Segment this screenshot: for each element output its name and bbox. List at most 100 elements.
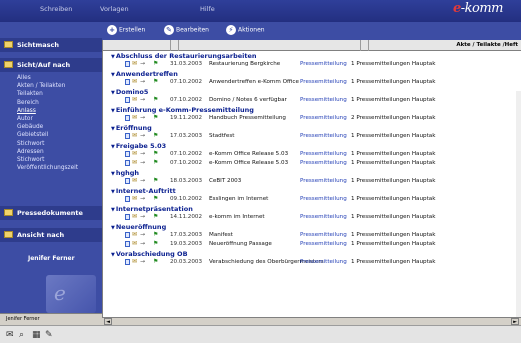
sidebar-item[interactable]: Veröffentlichungszeit [17, 165, 78, 171]
row-type: Pressemitteilung [300, 151, 347, 157]
expand-triangle-icon[interactable]: ▼ [111, 126, 115, 132]
document-row[interactable]: ✉ → ⚑ 18.03.2003 CeBIT 2003 Pressemitteilung 1… [125, 177, 521, 186]
row-date: 07.10.2002 [170, 160, 203, 166]
expand-triangle-icon[interactable]: ▼ [111, 171, 115, 177]
menu-bar: Schreiben Vorlagen Hilfe e-komm [0, 0, 521, 22]
row-refs: 1 Pressemitteilungen Hauptak [351, 232, 436, 238]
category-header[interactable]: ▼Einführung e-Komm-Pressemitteilung [111, 106, 254, 114]
category-label: Anwendertreffen [115, 70, 178, 78]
row-title: e-Komm Office Release 5.03 [209, 151, 289, 157]
sidebar-item[interactable]: Teilakten [17, 91, 43, 97]
row-refs: 2 Pressemitteilungen Hauptak [351, 115, 436, 121]
sidebar-section-pressedokumente[interactable]: Pressedokumente [0, 206, 102, 220]
create-icon: + [107, 25, 117, 35]
horizontal-scrollbar[interactable]: ◄ ► [102, 317, 521, 325]
vertical-scrollbar[interactable] [516, 91, 521, 343]
document-row[interactable]: ✉ → ⚑ 07.10.2002 e-Komm Office Release 5.03 P… [125, 159, 521, 168]
document-row[interactable]: ✉ → ⚑ 17.03.2003 Manifest Pressemitteilung 1 P… [125, 231, 521, 240]
category-header[interactable]: ▼Internetpräsentation [111, 205, 193, 213]
category-label: Freigabe 5.03 [115, 142, 167, 150]
category-header[interactable]: ▼Anwendertreffen [111, 70, 178, 78]
expand-triangle-icon[interactable]: ▼ [111, 252, 115, 258]
document-row[interactable]: ✉ → ⚑ 14.11.2002 e-komm im Internet Pressemit… [125, 213, 521, 222]
sidebar-item[interactable]: Adressen [17, 149, 44, 155]
menu-vorlagen[interactable]: Vorlagen [100, 5, 129, 13]
menu-hilfe[interactable]: Hilfe [200, 5, 215, 13]
status-flag-icon: ⚑ [153, 258, 159, 265]
status-flag-icon: ⚑ [153, 150, 159, 157]
sidebar-item[interactable]: Autor [17, 116, 33, 122]
expand-triangle-icon[interactable]: ▼ [111, 72, 115, 78]
category-header[interactable]: ▼Vorabschiedung OB [111, 250, 188, 258]
expand-triangle-icon[interactable]: ▼ [111, 144, 115, 150]
category-header[interactable]: ▼Abschluss der Restaurierungsarbeiten [111, 52, 257, 60]
edit-icon: ✎ [164, 25, 174, 35]
sidebar-item[interactable]: Bereich [17, 100, 39, 106]
document-icon [125, 151, 130, 157]
column-header-cell[interactable] [103, 40, 171, 51]
mail-icon[interactable]: ✉ [6, 330, 14, 340]
sidebar-section-sichtmasch[interactable]: Sichtmasch [0, 38, 102, 52]
actions-button[interactable]: ⚡ Aktionen [226, 25, 265, 35]
app-window: Schreiben Vorlagen Hilfe e-komm Sichtmas… [0, 0, 521, 343]
document-row[interactable]: ✉ → ⚑ 07.10.2002 Anwendertreffen e-Komm Offi… [125, 78, 521, 87]
search-icon[interactable]: ⌕ [19, 330, 24, 340]
attachment-icon: ✉ [132, 240, 138, 247]
document-row[interactable]: ✉ → ⚑ 09.10.2002 Esslingen im Internet Presse… [125, 195, 521, 204]
category-header[interactable]: ▼Domino5 [111, 88, 148, 96]
pen-icon[interactable]: ✎ [45, 330, 53, 340]
category-header[interactable]: ▼Internet-Auftritt [111, 187, 176, 195]
row-title: Neueröffnung Passage [209, 241, 272, 247]
status-flag-icon: ⚑ [153, 240, 159, 247]
status-flag-icon: ⚑ [153, 213, 159, 220]
scroll-left-icon[interactable]: ◄ [104, 318, 112, 325]
edit-button[interactable]: ✎ Bearbeiten [164, 25, 209, 35]
category-label: Eröffnung [115, 124, 152, 132]
column-header-cell[interactable] [171, 40, 179, 51]
sidebar-section-ansicht-nach[interactable]: Ansicht nach [0, 228, 102, 242]
sidebar-item[interactable]: Stichwort [17, 141, 44, 147]
category-header[interactable]: ▼hghgh [111, 169, 139, 177]
document-row[interactable]: ✉ → ⚑ 31.03.2003 Restaurierung Bergkirche Pre… [125, 60, 521, 69]
row-title: Stadtfest [209, 133, 235, 139]
expand-triangle-icon[interactable]: ▼ [111, 207, 115, 213]
sidebar-item[interactable]: Gebietsteil [17, 132, 48, 138]
column-header-cell[interactable] [361, 40, 369, 51]
sidebar-item[interactable]: Akten / Teilakten [17, 83, 65, 89]
document-row[interactable]: ✉ → ⚑ 19.03.2003 Neueröffnung Passage Pressem… [125, 240, 521, 249]
toolbar: + Erstellen ✎ Bearbeiten ⚡ Aktionen [102, 22, 521, 40]
category-header[interactable]: ▼Eröffnung [111, 124, 152, 132]
calendar-icon[interactable]: ▦ [32, 330, 41, 340]
category-label: Internet-Auftritt [115, 187, 176, 195]
document-row[interactable]: ✉ → ⚑ 07.10.2002 Domino / Notes 6 verfügbar P… [125, 96, 521, 105]
menu-schreiben[interactable]: Schreiben [40, 5, 72, 13]
column-header-cell[interactable] [179, 40, 361, 51]
sidebar-item[interactable]: Alles [17, 75, 31, 81]
brand-logo: e-komm [452, 1, 504, 16]
document-row[interactable]: ✉ → ⚑ 07.10.2002 e-Komm Office Release 5.03 P… [125, 150, 521, 159]
expand-triangle-icon[interactable]: ▼ [111, 225, 115, 231]
sidebar-section-sicht-auf-nach[interactable]: Sicht/Auf nach [0, 58, 102, 72]
document-row[interactable]: ✉ → ⚑ 20.03.2003 Verabschiedung des Oberbürg… [125, 258, 521, 267]
sidebar-item[interactable]: Stichwort [17, 157, 44, 163]
link-arrow-icon: → [140, 150, 146, 157]
sidebar-item[interactable]: Anlass [17, 108, 36, 114]
scroll-right-icon[interactable]: ► [511, 318, 519, 325]
create-button[interactable]: + Erstellen [107, 25, 145, 35]
sidebar-item[interactable]: Gebäude [17, 124, 43, 130]
row-refs: 1 Pressemitteilungen Hauptak [351, 259, 436, 265]
expand-triangle-icon[interactable]: ▼ [111, 54, 115, 60]
row-refs: 1 Pressemitteilungen Hauptak [351, 241, 436, 247]
document-row[interactable]: ✉ → ⚑ 19.11.2002 Handbuch Pressemitteilung Pr… [125, 114, 521, 123]
category-header[interactable]: ▼Neueröffnung [111, 223, 166, 231]
link-arrow-icon: → [140, 240, 146, 247]
row-type: Pressemitteilung [300, 133, 347, 139]
expand-triangle-icon[interactable]: ▼ [111, 189, 115, 195]
column-header-akte[interactable]: Akte / Teilakte /Heft [456, 42, 518, 48]
category-header[interactable]: ▼Freigabe 5.03 [111, 142, 166, 150]
row-refs: 1 Pressemitteilungen Hauptak [351, 79, 436, 85]
expand-triangle-icon[interactable]: ▼ [111, 90, 115, 96]
sidebar: Sichtmasch Sicht/Auf nach Alles Akten / T… [0, 22, 102, 318]
expand-triangle-icon[interactable]: ▼ [111, 108, 115, 114]
document-row[interactable]: ✉ → ⚑ 17.03.2003 Stadtfest Pressemitteilung 1 … [125, 132, 521, 141]
